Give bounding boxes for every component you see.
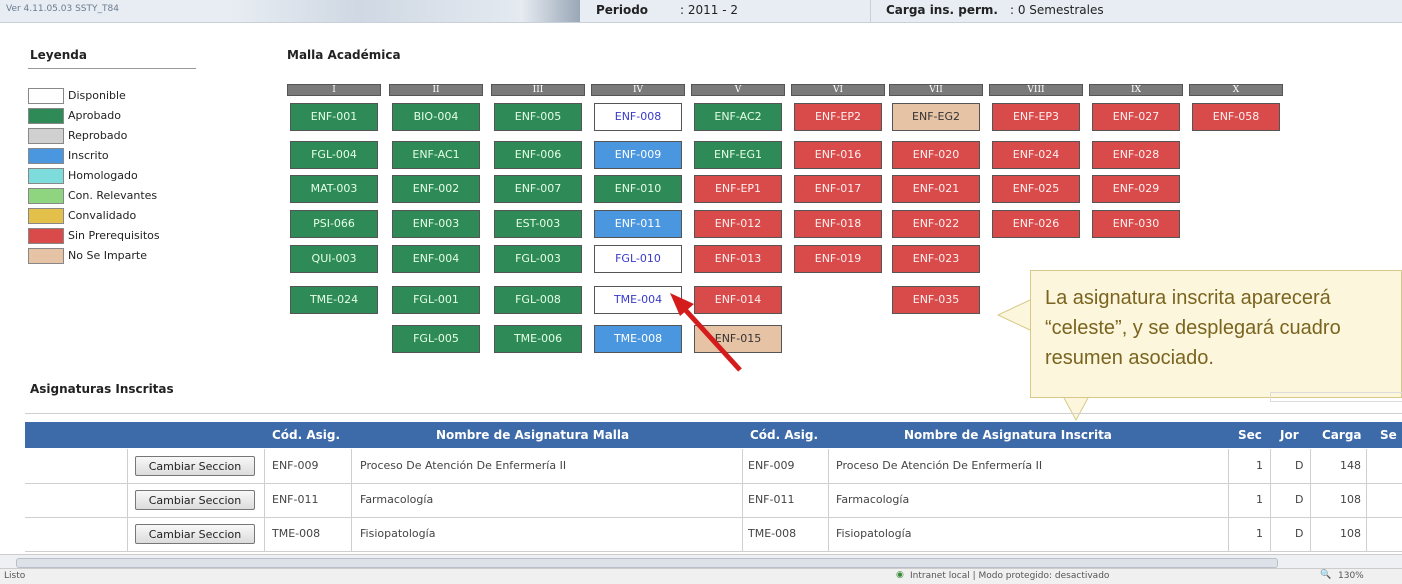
intranet-icon: ◉	[896, 570, 904, 580]
cell-cod-asig-inscrita: ENF-011	[748, 493, 795, 506]
cell-carga: 108	[1340, 493, 1361, 506]
cell-cod-asig-malla: ENF-011	[272, 493, 319, 506]
cell-nombre-inscrita: Fisiopatología	[836, 527, 912, 540]
cambiar-seccion-button[interactable]: Cambiar Seccion	[135, 524, 255, 544]
cell-sec: 1	[1256, 527, 1263, 540]
status-text: Listo	[4, 571, 26, 581]
cell-cod-asig-malla: TME-008	[272, 527, 321, 540]
col-header-jor[interactable]: Jor	[1280, 428, 1299, 442]
callout-pointer-left	[996, 299, 1031, 331]
cell-jor: D	[1295, 493, 1304, 506]
cell-nombre-malla: Proceso De Atención De Enfermería II	[360, 459, 567, 472]
red-arrow	[678, 302, 742, 372]
column-divider	[1270, 449, 1271, 551]
inscritas-table-header	[25, 422, 1402, 448]
status-bar: Listo ◉ Intranet local | Modo protegido:…	[0, 568, 1402, 584]
section-divider	[25, 413, 1402, 414]
cell-sec: 1	[1256, 493, 1263, 506]
cell-nombre-malla: Farmacología	[360, 493, 434, 506]
col-header-nombre-malla[interactable]: Nombre de Asignatura Malla	[436, 428, 629, 442]
cell-jor: D	[1295, 527, 1304, 540]
column-divider	[742, 449, 743, 551]
cell-carga: 108	[1340, 527, 1361, 540]
column-divider	[1228, 449, 1229, 551]
col-header-se[interactable]: Se	[1380, 428, 1397, 442]
col-header-sec[interactable]: Sec	[1238, 428, 1262, 442]
zoom-level[interactable]: 130%	[1338, 571, 1364, 581]
cell-cod-asig-inscrita: ENF-009	[748, 459, 795, 472]
col-header-cod-asig-1[interactable]: Cód. Asig.	[272, 428, 340, 442]
zoom-icon[interactable]: 🔍	[1320, 570, 1331, 580]
cell-cod-asig-inscrita: TME-008	[748, 527, 797, 540]
cell-sec: 1	[1256, 459, 1263, 472]
scroll-placeholder	[1270, 392, 1402, 402]
column-divider	[1366, 449, 1367, 551]
horizontal-scrollbar[interactable]	[0, 554, 1402, 569]
cell-nombre-inscrita: Proceso De Atención De Enfermería II	[836, 459, 1043, 472]
inscritas-title: Asignaturas Inscritas	[30, 382, 174, 396]
cell-jor: D	[1295, 459, 1304, 472]
column-divider	[1310, 449, 1311, 551]
cambiar-seccion-button[interactable]: Cambiar Seccion	[135, 490, 255, 510]
callout-pointer-bottom	[1063, 397, 1089, 422]
cell-carga: 148	[1340, 459, 1361, 472]
zone-text: Intranet local | Modo protegido: desacti…	[910, 571, 1110, 581]
col-header-carga[interactable]: Carga	[1322, 428, 1362, 442]
cell-cod-asig-malla: ENF-009	[272, 459, 319, 472]
cell-nombre-malla: Fisiopatología	[360, 527, 436, 540]
col-header-cod-asig-2[interactable]: Cód. Asig.	[750, 428, 818, 442]
column-divider	[351, 449, 352, 551]
column-divider	[264, 449, 265, 551]
col-header-nombre-inscrita[interactable]: Nombre de Asignatura Inscrita	[904, 428, 1112, 442]
column-divider	[127, 449, 128, 551]
scrollbar-thumb[interactable]	[16, 558, 1278, 568]
cell-nombre-inscrita: Farmacología	[836, 493, 910, 506]
cambiar-seccion-button[interactable]: Cambiar Seccion	[135, 456, 255, 476]
column-divider	[828, 449, 829, 551]
